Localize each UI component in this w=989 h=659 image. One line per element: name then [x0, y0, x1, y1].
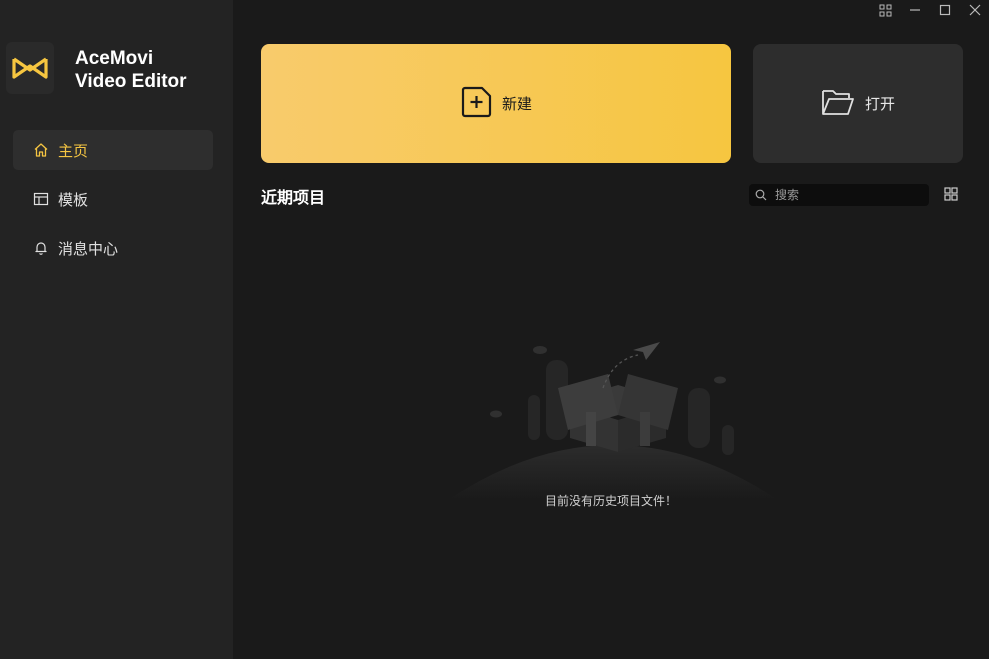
open-project-button[interactable]: 打开	[753, 44, 963, 163]
search-icon	[755, 189, 767, 201]
sidebar-item-templates[interactable]: 模板	[13, 179, 213, 219]
search-input[interactable]	[773, 187, 917, 203]
acemovi-logo-icon	[12, 57, 48, 79]
window-controls	[877, 2, 983, 18]
app-name-line2: Video Editor	[75, 71, 187, 92]
sidebar-nav: 主页 模板 消息中心	[13, 130, 213, 277]
sidebar-item-home[interactable]: 主页	[13, 130, 213, 170]
grid-view-icon[interactable]	[944, 186, 958, 201]
new-project-label: 新建	[501, 95, 532, 113]
sidebar-item-messages[interactable]: 消息中心	[13, 228, 213, 268]
sidebar-item-label: 主页	[58, 141, 89, 160]
empty-state-message: 目前没有历史项目文件！	[544, 494, 677, 508]
app-name-line1: AceMovi	[75, 48, 154, 69]
minimize-icon[interactable]	[907, 2, 923, 18]
app-logo	[6, 42, 54, 94]
empty-state-illustration	[448, 330, 778, 500]
sidebar-item-label: 模板	[58, 190, 89, 209]
search-box	[749, 184, 929, 206]
new-project-button[interactable]: 新建	[261, 44, 731, 163]
sidebar-item-label: 消息中心	[58, 239, 119, 258]
sidebar: AceMovi Video Editor 主页 模板 消息中心	[0, 0, 233, 659]
app-name: AceMovi Video Editor	[75, 47, 187, 93]
new-file-icon	[460, 85, 494, 123]
open-project-label: 打开	[864, 95, 895, 113]
maximize-icon[interactable]	[937, 2, 953, 18]
recent-projects-title: 近期项目	[261, 188, 326, 207]
bell-icon	[33, 240, 49, 256]
template-icon	[33, 191, 49, 207]
close-icon[interactable]	[967, 2, 983, 18]
home-icon	[33, 142, 49, 158]
folder-open-icon	[821, 87, 855, 121]
apps-icon[interactable]	[877, 2, 893, 18]
